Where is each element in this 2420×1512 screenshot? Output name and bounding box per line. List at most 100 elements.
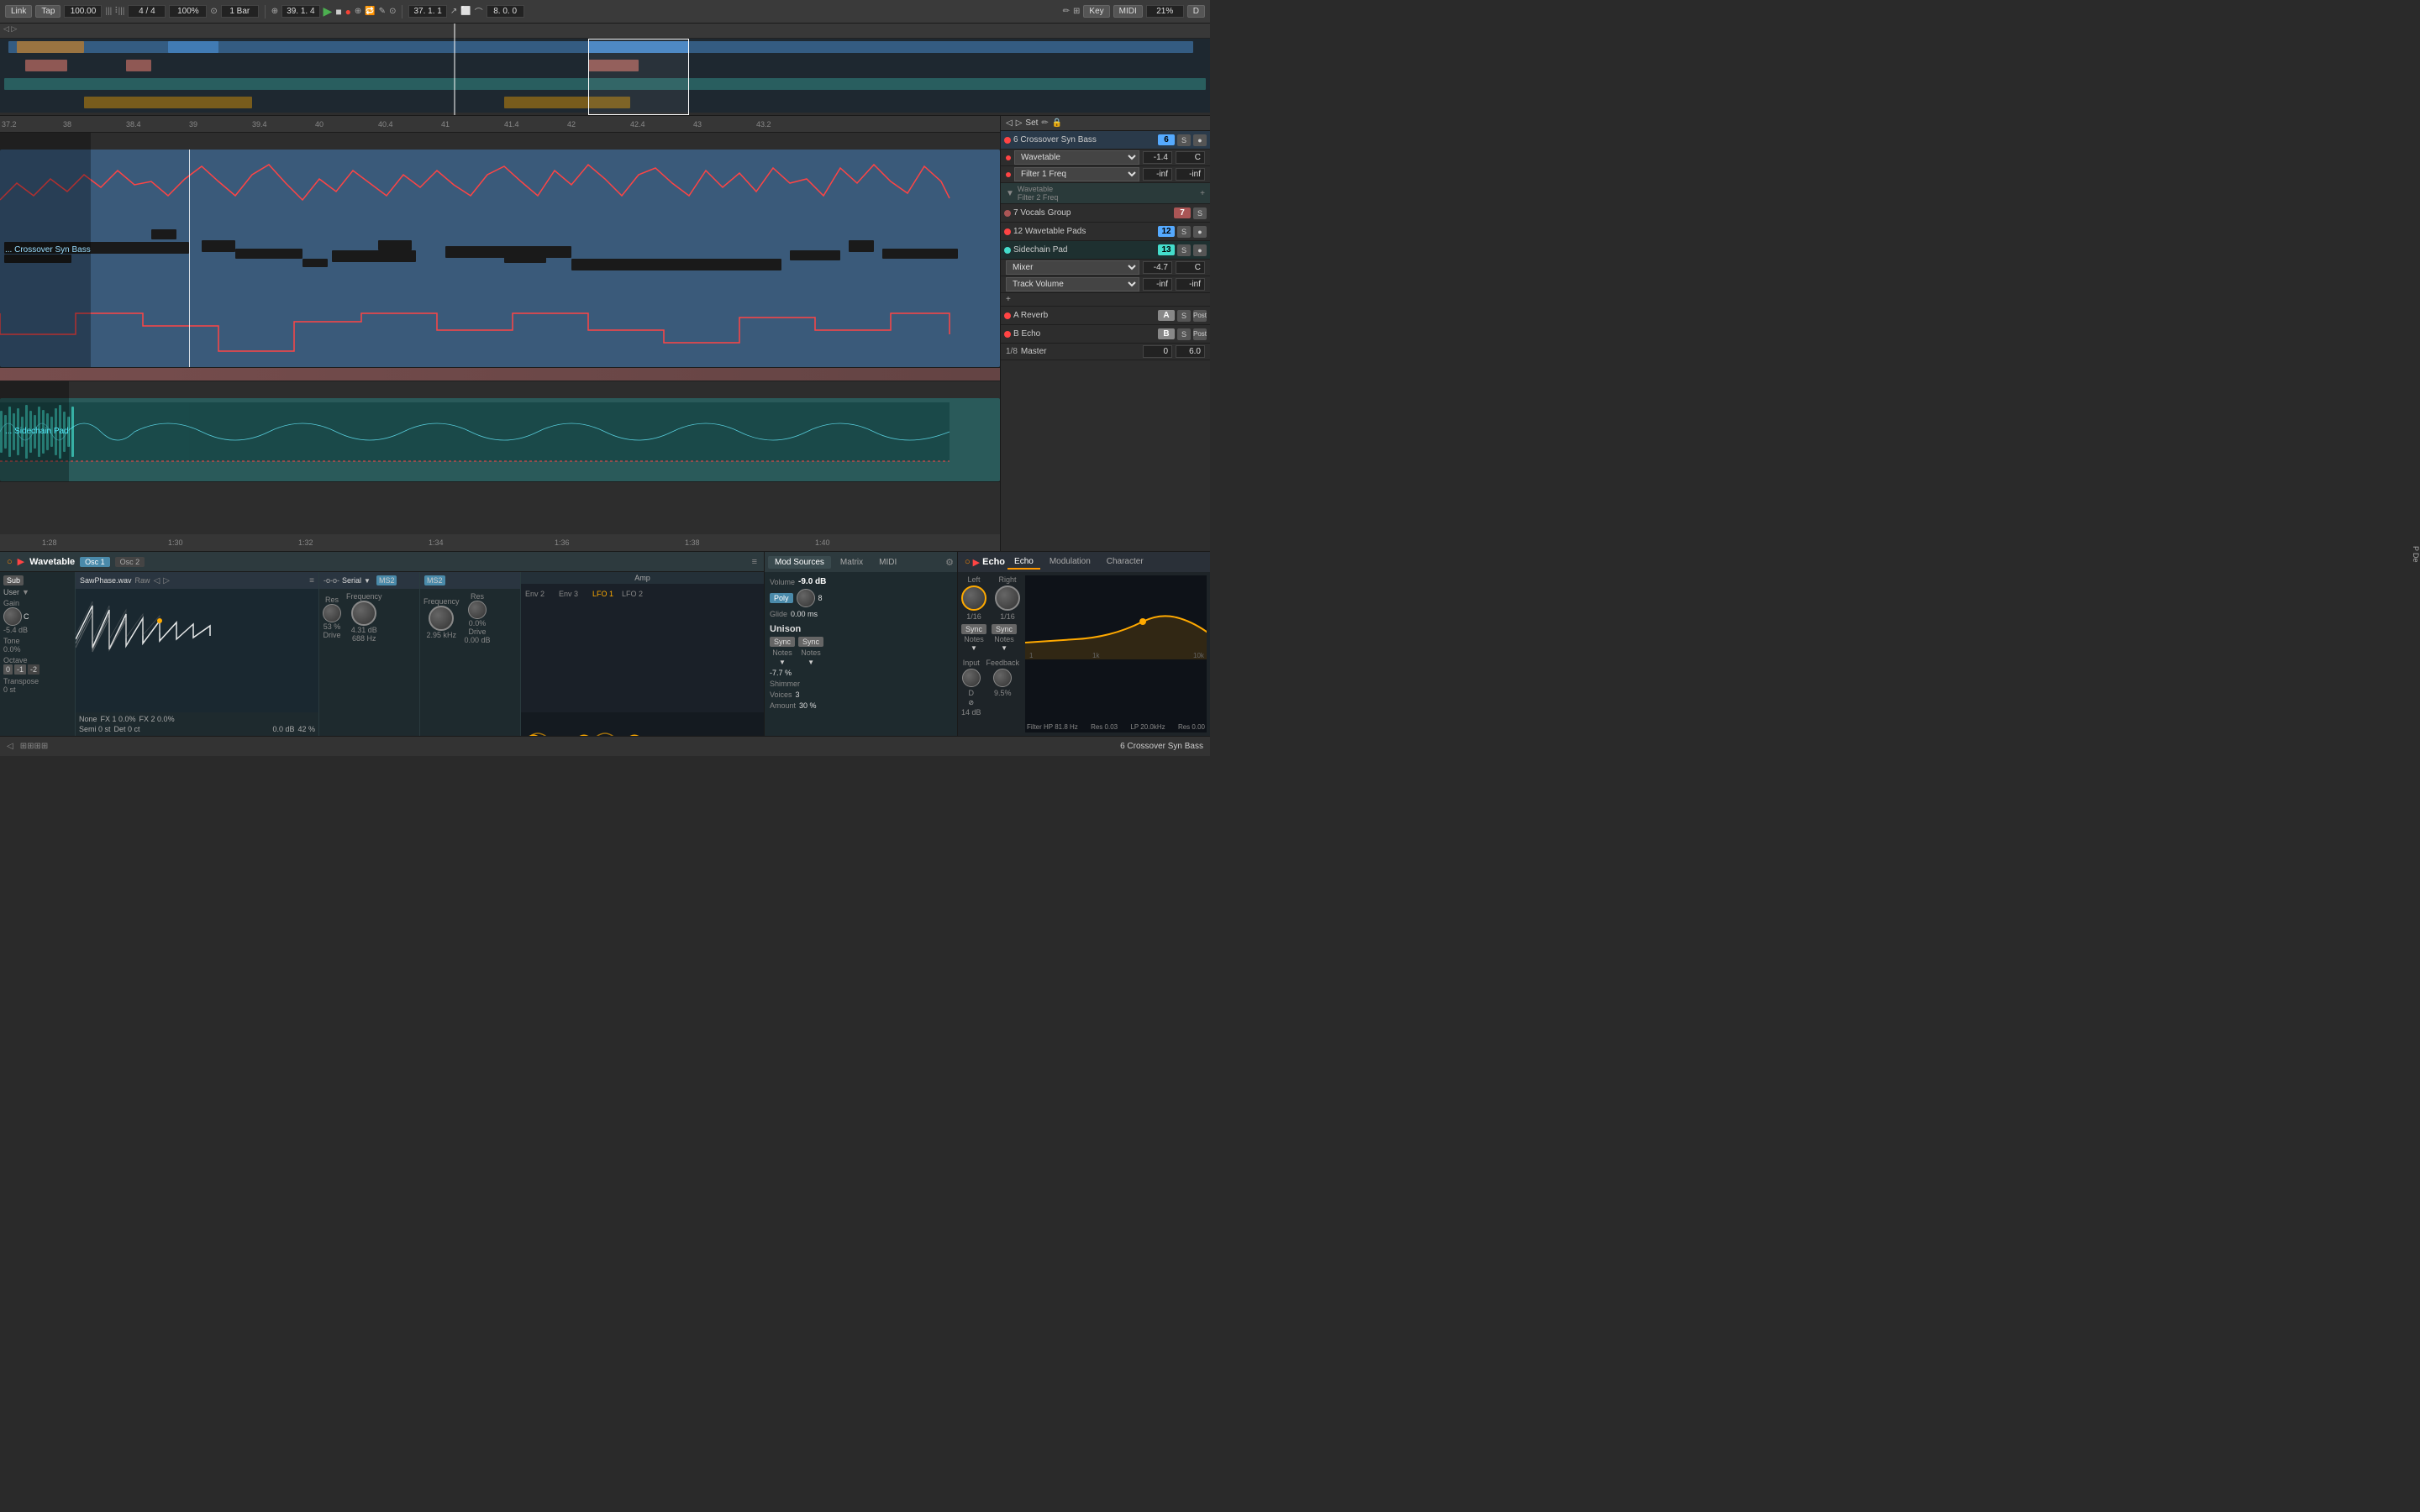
zoom-level[interactable]: 21%: [1146, 5, 1184, 18]
add-icon2[interactable]: +: [1200, 189, 1205, 198]
d-button[interactable]: D: [1187, 5, 1205, 18]
oct-0[interactable]: 0: [3, 664, 13, 675]
pencil-icon2[interactable]: ✏: [1041, 118, 1048, 128]
post-btn-reverb[interactable]: Post: [1193, 310, 1207, 322]
osc-menu-icon[interactable]: ≡: [309, 576, 314, 585]
time-sig-display[interactable]: 4 / 4: [128, 5, 166, 18]
echo-sync-left-btn[interactable]: Sync: [961, 624, 986, 634]
track-volume-val2[interactable]: -inf: [1176, 278, 1205, 291]
position-display[interactable]: 39. 1. 4: [281, 5, 319, 18]
echo-tab-modulation[interactable]: Modulation: [1043, 555, 1097, 570]
wavetable-val2[interactable]: C: [1176, 151, 1205, 164]
mod-sources-tab[interactable]: Mod Sources: [768, 556, 831, 569]
notes-right-dropdown-icon[interactable]: ▼: [808, 659, 814, 666]
de-btn[interactable]: De: [2412, 553, 2420, 563]
post-btn-echo[interactable]: Post: [1193, 328, 1207, 340]
echo-feedback-knob[interactable]: [993, 669, 1012, 687]
poly-button[interactable]: Poly: [770, 593, 793, 603]
filter2-res-knob[interactable]: [468, 601, 487, 619]
mixer-val2[interactable]: C: [1176, 261, 1205, 274]
osc2-tab[interactable]: Osc 2: [115, 557, 145, 567]
link-button[interactable]: Link: [5, 5, 32, 18]
solo-btn-sidechain[interactable]: S: [1177, 244, 1191, 256]
lock-icon[interactable]: 🔒: [1052, 118, 1062, 128]
echo-notes-right-icon[interactable]: ▼: [1001, 644, 1007, 652]
sync-left-btn[interactable]: Sync: [770, 637, 795, 647]
echo-mute-icon[interactable]: ⊘: [968, 699, 974, 706]
add-param-icon[interactable]: +: [1006, 295, 1011, 304]
mute-btn-crossover[interactable]: ●: [1193, 134, 1207, 146]
solo-btn-crossover[interactable]: S: [1177, 134, 1191, 146]
filter2-freq-knob[interactable]: [429, 606, 454, 631]
wavetable-power-btn[interactable]: ○: [7, 557, 13, 567]
echo-notes-left-icon[interactable]: ▼: [971, 644, 977, 652]
echo-left-knob[interactable]: [961, 585, 986, 611]
arrow-right-icon[interactable]: ▷: [1016, 118, 1023, 128]
track-volume-val1[interactable]: -inf: [1143, 278, 1172, 291]
sync-right-btn[interactable]: Sync: [798, 637, 823, 647]
nav-left-icon[interactable]: ◁: [154, 576, 160, 585]
oct-neg1[interactable]: -1: [14, 664, 26, 675]
midi-clip-crossover[interactable]: [0, 150, 1000, 367]
audio-clip-sidechain[interactable]: [0, 398, 1000, 481]
lfo-display[interactable]: Rate 0.86 Hz Amount 54 % Shape 0.0% Offs…: [521, 712, 764, 736]
end-position-display[interactable]: 37. 1. 1: [408, 5, 446, 18]
midi-button[interactable]: MIDI: [1113, 5, 1143, 18]
echo-right-knob[interactable]: [995, 585, 1020, 611]
wavetable-record-btn[interactable]: ▶: [18, 556, 24, 567]
echo-frequency-display[interactable]: 1 1k 10k Filter HP 81.8 Hz Res 0.03 LP 2…: [1025, 575, 1207, 732]
voices-value[interactable]: 3: [796, 690, 800, 699]
osc1-tab[interactable]: Osc 1: [80, 557, 110, 567]
collapse-icon[interactable]: ▼: [1006, 189, 1014, 198]
mute-btn-wt-pads[interactable]: ●: [1193, 226, 1207, 238]
filter1-val2[interactable]: -inf: [1176, 168, 1205, 181]
record-button[interactable]: ●: [345, 6, 351, 18]
bpm-display[interactable]: 100.00: [64, 5, 102, 18]
p-btn[interactable]: P: [2412, 546, 2420, 551]
filter1-res-knob[interactable]: [323, 604, 341, 622]
echo-record-btn[interactable]: ▶: [973, 557, 980, 568]
key-button[interactable]: Key: [1083, 5, 1109, 18]
midi-tab[interactable]: MIDI: [872, 556, 903, 569]
track-volume-dropdown[interactable]: Track Volume: [1006, 277, 1139, 291]
wavetable-val1[interactable]: -1.4: [1143, 151, 1172, 164]
solo-btn-vocals[interactable]: S: [1193, 207, 1207, 219]
solo-btn-echo[interactable]: S: [1177, 328, 1191, 340]
poly-val-knob[interactable]: [797, 589, 815, 607]
zoom-pct[interactable]: 100%: [169, 5, 207, 18]
echo-tab-echo[interactable]: Echo: [1007, 555, 1040, 570]
filter1-val1[interactable]: -inf: [1143, 168, 1172, 181]
time-display[interactable]: 8. 0. 0: [487, 5, 524, 18]
serial-dropdown-icon[interactable]: ▼: [364, 577, 371, 585]
master-val2[interactable]: 6.0: [1176, 345, 1205, 358]
echo-tab-character[interactable]: Character: [1100, 555, 1150, 570]
stop-button[interactable]: ■: [335, 6, 341, 18]
settings-icon[interactable]: ≡: [752, 557, 757, 567]
osc1-canvas[interactable]: [76, 589, 318, 712]
master-val1[interactable]: 0: [1143, 345, 1172, 358]
play-button[interactable]: ▶: [324, 4, 333, 18]
matrix-tab[interactable]: Matrix: [834, 556, 870, 569]
arrow-left-icon[interactable]: ◁: [1006, 118, 1013, 128]
echo-power-btn[interactable]: ○: [965, 557, 971, 567]
mod-settings-icon[interactable]: ⚙: [945, 557, 954, 568]
mixer-val1[interactable]: -4.7: [1143, 261, 1172, 274]
wavetable-param-dropdown[interactable]: Wavetable: [1014, 150, 1139, 165]
notes-left-dropdown-icon[interactable]: ▼: [779, 659, 786, 666]
solo-btn-wt-pads[interactable]: S: [1177, 226, 1191, 238]
user-dropdown-icon[interactable]: ▼: [22, 588, 29, 596]
echo-input-knob[interactable]: [962, 669, 981, 687]
mute-btn-sidechain[interactable]: ●: [1193, 244, 1207, 256]
filter1-dropdown[interactable]: Filter 1 Freq: [1014, 167, 1139, 181]
filter1-freq-knob[interactable]: [351, 601, 376, 626]
amp-env-canvas[interactable]: Env 2 Env 3 LFO 1 LFO 2: [521, 584, 764, 712]
timeline-overview[interactable]: ◁ ▷: [0, 24, 1210, 116]
tap-button[interactable]: Tap: [35, 5, 60, 18]
solo-btn-reverb[interactable]: S: [1177, 310, 1191, 322]
echo-sync-right-btn[interactable]: Sync: [992, 624, 1017, 634]
mixer-dropdown[interactable]: Mixer: [1006, 260, 1139, 275]
nav-right-icon[interactable]: ▷: [163, 576, 170, 585]
gain-knob[interactable]: [3, 607, 22, 626]
oct-neg2[interactable]: -2: [28, 664, 39, 675]
arrangement-view[interactable]: 37.2 38 38.4 39 39.4 40 40.4 41 41.4 42 …: [0, 116, 1000, 551]
